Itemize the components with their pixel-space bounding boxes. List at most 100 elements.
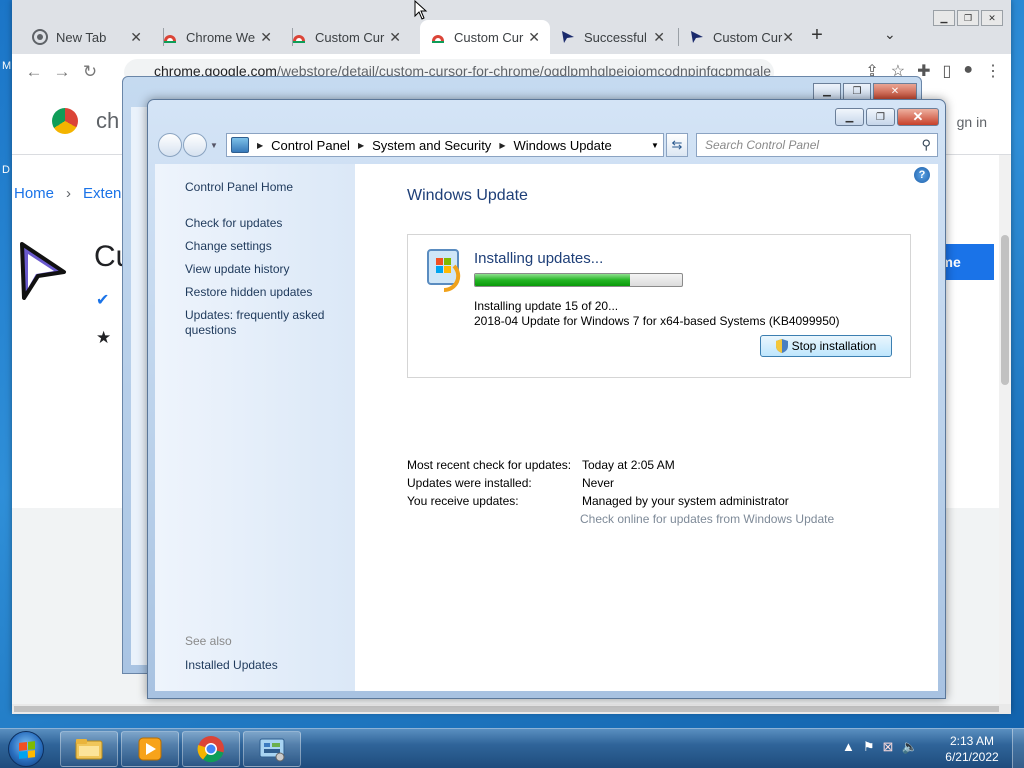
vertical-scrollbar[interactable] (999, 155, 1011, 712)
start-button[interactable] (8, 731, 44, 767)
scrollbar-thumb[interactable] (14, 706, 999, 712)
close-button[interactable]: ✕ (981, 10, 1003, 26)
store-title: ch (96, 108, 120, 133)
info-value: Never (582, 476, 615, 490)
maximize-button[interactable]: ❐ (866, 108, 895, 126)
show-hidden-icons-icon[interactable]: ▲ (842, 739, 855, 755)
verified-badge-icon: ✔ (96, 292, 110, 309)
installing-heading: Installing updates... (474, 250, 604, 267)
close-icon[interactable]: ✕ (130, 29, 142, 46)
clock[interactable]: 2:13 AM 6/21/2022 (940, 733, 1004, 765)
tab-chrome-webstore[interactable]: Chrome We ✕ (152, 20, 282, 54)
desktop-text: M (2, 60, 12, 72)
sidebar-item-change-settings[interactable]: Change settings (185, 239, 345, 254)
breadcrumb-extensions[interactable]: Exten (83, 185, 121, 202)
chevron-right-icon[interactable]: ▶ (257, 141, 263, 150)
forward-icon[interactable]: → (48, 62, 76, 82)
breadcrumb-system-security[interactable]: System and Security (372, 138, 491, 153)
close-button[interactable]: ✕ (873, 83, 917, 100)
minimize-button[interactable]: ▁ (813, 83, 841, 100)
breadcrumb-control-panel[interactable]: Control Panel (271, 138, 350, 153)
horizontal-scrollbar[interactable] (12, 704, 1011, 714)
control-panel-taskbar-button[interactable] (243, 731, 301, 767)
desktop-text: D (2, 164, 10, 176)
close-icon[interactable]: ✕ (528, 29, 540, 46)
sidebar-item-restore-hidden[interactable]: Restore hidden updates (185, 285, 345, 300)
windows-logo-icon (19, 741, 35, 759)
tab-new-tab[interactable]: New Tab ✕ (22, 20, 152, 54)
tab-custom-cursor-2[interactable]: Custom Cur ✕ (679, 20, 804, 54)
taskbar: ▲ ⚑ ⊠ 🔈 2:13 AM 6/21/2022 (0, 728, 1024, 768)
chevron-right-icon[interactable]: ▶ (499, 141, 505, 150)
sidebar-item-installed-updates[interactable]: Installed Updates (185, 658, 345, 673)
close-button[interactable]: ✕ (897, 108, 939, 126)
close-icon[interactable]: ✕ (782, 29, 794, 46)
uac-shield-icon (775, 339, 788, 353)
search-icon[interactable]: ⚲ (921, 137, 931, 153)
media-player-icon (138, 737, 162, 761)
action-center-icon[interactable]: ⚑ (863, 739, 875, 755)
info-label: Most recent check for updates: (407, 458, 572, 472)
minimize-button[interactable]: ▁ (933, 10, 955, 26)
explorer-icon (75, 739, 103, 760)
page-title: Windows Update (407, 187, 528, 204)
tab-label: Custom Cur (454, 29, 524, 45)
close-icon[interactable]: ✕ (260, 29, 272, 46)
tab-strip: New Tab ✕ Chrome We ✕ Custom Cur ✕ Custo… (12, 0, 1011, 54)
show-desktop-button[interactable] (1012, 729, 1024, 768)
clock-date: 6/21/2022 (945, 750, 999, 764)
close-icon[interactable]: ✕ (653, 29, 665, 46)
menu-icon[interactable]: ⋮ (985, 61, 1001, 81)
maximize-button[interactable]: ❐ (843, 83, 871, 100)
cursor-icon (689, 29, 705, 45)
media-player-taskbar-button[interactable] (121, 731, 179, 767)
update-status-box: Installing updates... Installing update … (407, 234, 911, 378)
tab-successful[interactable]: Successful ✕ (550, 20, 675, 54)
tab-search-icon[interactable]: ⌄ (884, 26, 896, 43)
side-panel-icon[interactable]: ▯ (943, 61, 952, 81)
back-icon[interactable]: ← (20, 62, 48, 82)
cursor-icon (560, 29, 576, 45)
tab-label: Custom Cur (315, 29, 385, 45)
profile-icon[interactable]: ● (963, 61, 973, 81)
maximize-button[interactable]: ❐ (957, 10, 979, 26)
help-icon[interactable]: ? (914, 167, 930, 183)
breadcrumb-home[interactable]: Home (14, 185, 54, 202)
chrome-window-controls: ▁ ❐ ✕ (933, 10, 1003, 26)
minimize-button[interactable]: ▁ (835, 108, 864, 126)
sign-in-link[interactable]: gn in (957, 114, 987, 130)
refresh-button[interactable]: ⇆ (666, 133, 688, 157)
tab-custom-cursor-active[interactable]: Custom Cur ✕ (420, 20, 550, 54)
nav-buttons: ▼ (158, 133, 218, 157)
control-panel-icon (259, 738, 285, 762)
forward-button[interactable] (183, 133, 207, 157)
progress-fill (475, 274, 631, 286)
check-online-link[interactable]: Check online for updates from Windows Up… (580, 512, 834, 526)
back-button[interactable] (158, 133, 182, 157)
stop-installation-button[interactable]: Stop installation (760, 335, 892, 357)
recent-pages-dropdown[interactable]: ▼ (210, 141, 218, 150)
breadcrumb-separator: › (66, 185, 72, 202)
content-area: Control Panel Home Check for updates Cha… (155, 164, 938, 691)
breadcrumb-windows-update[interactable]: Windows Update (513, 138, 611, 153)
address-bar[interactable]: ▶ Control Panel ▶ System and Security ▶ … (226, 133, 664, 157)
scrollbar-thumb[interactable] (1001, 235, 1009, 385)
stop-installation-label: Stop installation (791, 339, 877, 353)
chevron-right-icon[interactable]: ▶ (358, 141, 364, 150)
search-input[interactable]: Search Control Panel ⚲ (696, 133, 938, 157)
sidebar-item-update-history[interactable]: View update history (185, 262, 345, 277)
explorer-taskbar-button[interactable] (60, 731, 118, 767)
sidebar-item-control-panel-home[interactable]: Control Panel Home (185, 180, 345, 195)
close-icon[interactable]: ✕ (389, 29, 401, 46)
window-controls: ▁ ❐ ✕ (835, 108, 939, 126)
sidebar-item-faq[interactable]: Updates: frequently asked questions (185, 308, 345, 338)
chrome-taskbar-button[interactable] (182, 731, 240, 767)
volume-icon[interactable]: 🔈 (901, 739, 917, 755)
network-icon[interactable]: ⊠ (883, 739, 894, 755)
chevron-down-icon[interactable]: ▼ (647, 141, 663, 150)
tab-custom-cursor[interactable]: Custom Cur ✕ (281, 20, 411, 54)
sidebar-item-check-updates[interactable]: Check for updates (185, 216, 345, 231)
new-tab-button[interactable]: + (806, 24, 828, 47)
clock-time: 2:13 AM (949, 734, 995, 748)
reload-icon[interactable]: ↻ (76, 62, 104, 82)
